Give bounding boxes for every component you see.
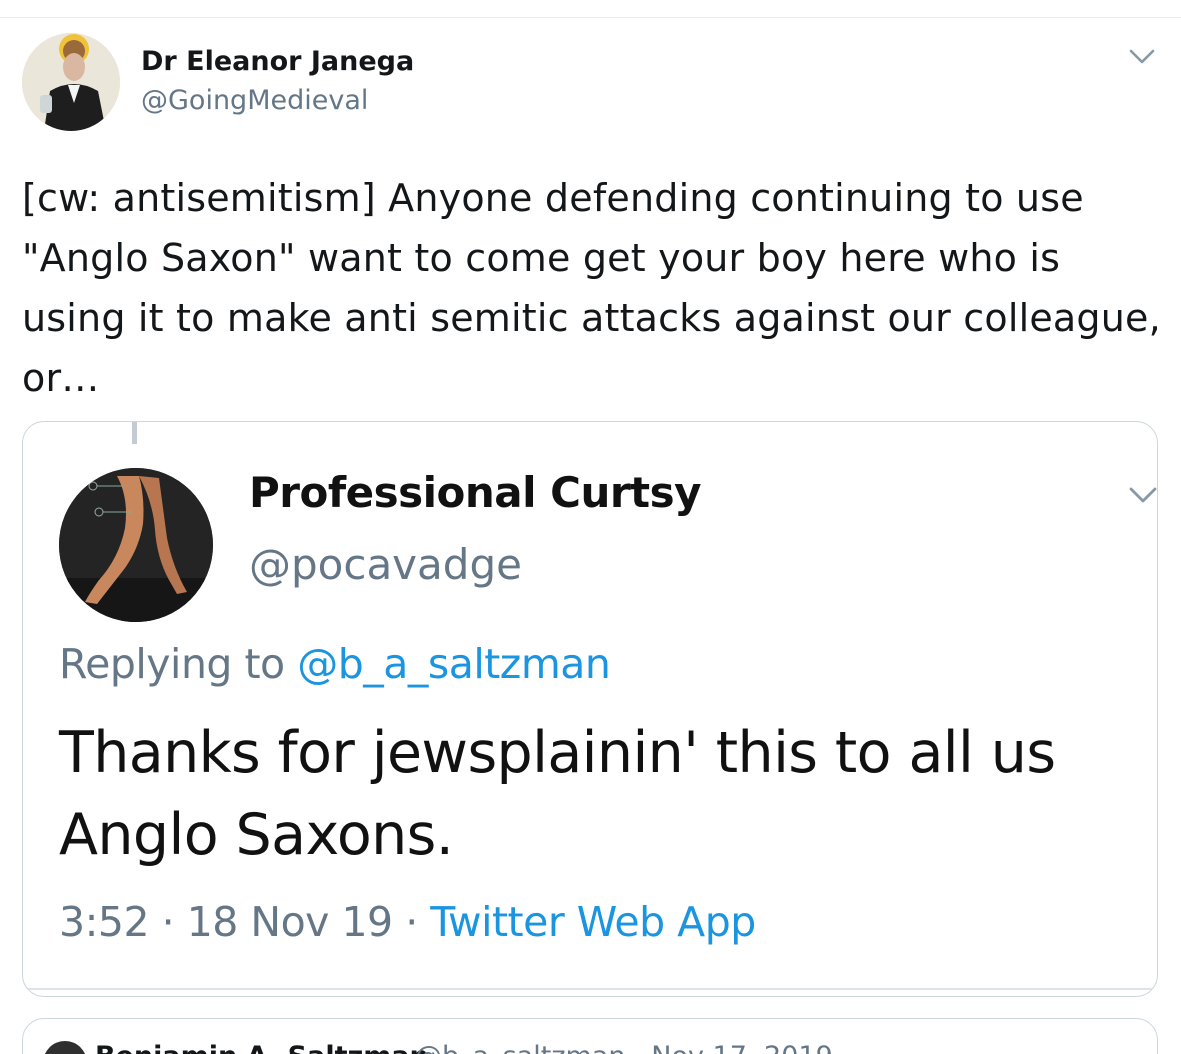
- tweet-screenshot: Dr Eleanor Janega @GoingMedieval [cw: an…: [0, 0, 1181, 1054]
- author-avatar[interactable]: [22, 33, 120, 131]
- avatar-photo: [22, 33, 120, 131]
- quoted-author-avatar[interactable]: [59, 468, 213, 622]
- thread-connector: [132, 422, 137, 444]
- top-divider: [0, 17, 1181, 18]
- meta-separator: ·: [405, 898, 418, 946]
- quoted-author-name[interactable]: Professional Curtsy: [249, 468, 702, 517]
- meta-separator: ·: [161, 898, 175, 946]
- author-handle[interactable]: @GoingMedieval: [141, 85, 368, 116]
- chevron-down-icon[interactable]: [1127, 480, 1157, 508]
- next-author-handle[interactable]: @b_a_saltzman · Nov 17, 2019: [415, 1041, 833, 1054]
- tweet-source-app[interactable]: Twitter Web App: [430, 898, 756, 946]
- quoted-tweet-text: Thanks for jewsplainin' this to all us A…: [59, 720, 1056, 868]
- tweet-date[interactable]: 18 Nov 19: [187, 898, 393, 946]
- quoted-author-handle[interactable]: @pocavadge: [249, 540, 522, 589]
- next-author-avatar[interactable]: [43, 1041, 87, 1054]
- replying-to-label: Replying to: [59, 640, 285, 688]
- replying-to-line: Replying to @b_a_saltzman: [59, 640, 611, 688]
- avatar-photo: [59, 468, 213, 622]
- replying-to-link[interactable]: @b_a_saltzman: [297, 640, 611, 688]
- tweet-time[interactable]: 3:52: [59, 898, 150, 946]
- card-divider: [23, 988, 1157, 990]
- quoted-tweet-card[interactable]: Professional Curtsy @pocavadge Replying …: [22, 421, 1158, 997]
- tweet-text: [cw: antisemitism] Anyone defending cont…: [22, 176, 1161, 400]
- next-author-name[interactable]: Benjamin A. Saltzman: [95, 1041, 429, 1054]
- author-name[interactable]: Dr Eleanor Janega: [141, 46, 414, 77]
- next-tweet-card[interactable]: Benjamin A. Saltzman @b_a_saltzman · Nov…: [22, 1018, 1158, 1054]
- chevron-down-icon[interactable]: [1127, 43, 1157, 69]
- quoted-tweet-meta: 3:52 · 18 Nov 19 · Twitter Web App: [59, 898, 756, 946]
